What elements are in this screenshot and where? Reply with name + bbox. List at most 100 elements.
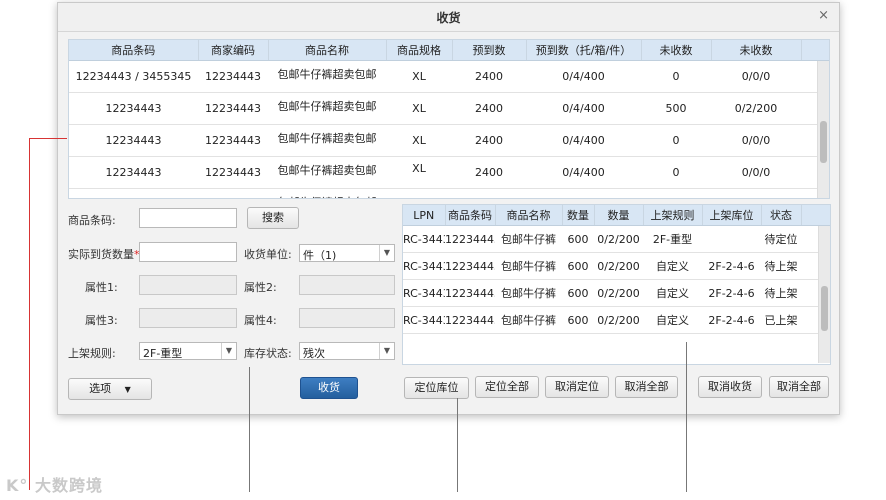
col-header[interactable]: 上架库位 [702, 205, 762, 226]
close-icon[interactable]: × [818, 8, 829, 23]
cell-spec: XL [386, 124, 452, 157]
col-header[interactable]: 未收数 [641, 40, 712, 61]
goods-table-scrollbar[interactable] [817, 61, 829, 198]
col-header[interactable]: 商品条码 [69, 40, 199, 61]
cell-barcode: 12234443 [69, 92, 198, 125]
cell-barcode: 12234443 [445, 252, 495, 280]
cell-product-name: 包邮牛仔裤超卖包邮 [268, 92, 386, 125]
scrollbar-thumb[interactable] [820, 121, 827, 163]
cell-unreceived: 500 [641, 92, 711, 125]
table-row[interactable]: RC-3443 12234443 包邮牛仔裤 600 0/2/200 2F-重型… [403, 225, 830, 253]
col-header[interactable]: 状态 [761, 205, 802, 226]
options-button-label: 选项 [89, 382, 112, 395]
lpn-table-scrollbar[interactable] [818, 226, 830, 363]
watermark-logo-icon: K° [6, 476, 29, 495]
table-row[interactable]: RC-3443 12234443 包邮牛仔裤 600 0/2/200 自定义 2… [403, 279, 830, 307]
attr1-input[interactable] [139, 275, 237, 295]
table-row[interactable]: 12234443 12234443 包邮牛仔裤超卖包邮 XL 2400 0/4/… [69, 92, 829, 125]
unit-select[interactable]: 件（1) ▼ [299, 244, 395, 262]
cell-spec: XL [386, 188, 452, 198]
col-header[interactable]: 商品条码 [445, 205, 496, 226]
table-row[interactable]: 12234443 12234443 包邮牛仔裤超卖包邮 XL 2400 0/4/… [69, 188, 829, 198]
table-row[interactable]: RC-3443 12234443 包邮牛仔裤 600 0/2/200 自定义 2… [403, 306, 830, 334]
shelf-rule-label: 上架规则: [68, 347, 116, 360]
col-header[interactable]: 数量 [562, 205, 595, 226]
actual-qty-input[interactable] [139, 242, 237, 262]
col-header[interactable]: 数量 [594, 205, 644, 226]
table-row[interactable]: RC-3443 12234443 包邮牛仔裤 600 0/2/200 自定义 2… [403, 252, 830, 280]
cell-unreceived-pack: 0/0/0 [711, 60, 801, 93]
locate-button[interactable]: 定位库位 [404, 377, 469, 399]
scrollbar-thumb[interactable] [821, 286, 828, 331]
col-header[interactable]: 未收数 [711, 40, 802, 61]
stock-status-label: 库存状态: [244, 347, 292, 360]
barcode-label: 商品条码: [68, 214, 116, 227]
cell-merchant-code: 12234443 [198, 188, 268, 198]
cell-unreceived-pack: 0/2/200 [711, 92, 801, 125]
cell-qty: 600 [562, 279, 594, 307]
cell-barcode: 12234443 [69, 156, 198, 189]
cell-shelf-rule: 自定义 [643, 252, 702, 280]
col-header[interactable]: 商品名称 [495, 205, 563, 226]
table-row[interactable]: 12234443 12234443 包邮牛仔裤超卖包邮 XL 2400 0/4/… [69, 124, 829, 157]
table-row[interactable]: 12234443 / 3455345 12234443 包邮牛仔裤超卖包邮 XL… [69, 60, 829, 93]
cancel-all-button[interactable]: 取消全部 [615, 376, 678, 398]
cell-barcode: 12234443 [445, 306, 495, 334]
search-button[interactable]: 搜索 [247, 207, 299, 229]
shelf-rule-select-value: 2F-重型 [143, 347, 183, 360]
cell-spec: XL [386, 156, 452, 189]
shelf-rule-select[interactable]: 2F-重型 ▼ [139, 342, 237, 360]
cell-shelf-location: 2F-2-4-6 [702, 279, 761, 307]
cell-qty: 600 [562, 306, 594, 334]
cell-unreceived-pack: 0/0/0 [711, 156, 801, 189]
cell-qty: 600 [562, 252, 594, 280]
cell-unreceived: 0 [641, 124, 711, 157]
lpn-table: LPN 商品条码 商品名称 数量 数量 上架规则 上架库位 状态 RC-3443… [402, 204, 831, 365]
dialog-titlebar: 收货 × [58, 3, 839, 32]
cell-status: 已上架 [761, 306, 801, 334]
attr3-input[interactable] [139, 308, 237, 328]
barcode-input[interactable] [139, 208, 237, 228]
cancel-locate-button[interactable]: 取消定位 [545, 376, 609, 398]
stock-status-select-value: 残次 [303, 347, 325, 360]
cell-shelf-location [702, 225, 761, 253]
locate-all-button[interactable]: 定位全部 [475, 376, 539, 398]
cell-qty: 600 [562, 225, 594, 253]
table-row[interactable]: 12234443 12234443 包邮牛仔裤超卖包邮 XL 2400 0/4/… [69, 156, 829, 189]
col-header[interactable]: 商家编码 [198, 40, 269, 61]
col-header[interactable]: 上架规则 [643, 205, 703, 226]
cell-spec: XL [386, 60, 452, 93]
cell-expected-pack: 0/4/400 [526, 60, 641, 93]
receive-button[interactable]: 收货 [300, 377, 358, 399]
col-header[interactable]: 商品名称 [268, 40, 387, 61]
cell-lpn: RC-3443 [403, 225, 445, 253]
col-header[interactable]: 商品规格 [386, 40, 453, 61]
cancel-receive-button[interactable]: 取消收货 [698, 376, 762, 398]
cell-product-name: 包邮牛仔裤 [495, 225, 562, 253]
attr4-input[interactable] [299, 308, 395, 328]
cell-qty-pack: 0/2/200 [594, 252, 643, 280]
col-header[interactable]: 预到数（托/箱/件） [526, 40, 642, 61]
attr1-label: 属性1: [85, 281, 118, 294]
cell-expected-pack: 0/4/400 [526, 156, 641, 189]
cell-product-name: 包邮牛仔裤超卖包邮 [268, 156, 386, 189]
chevron-down-icon[interactable]: ▼ [379, 245, 394, 261]
col-header[interactable]: 预到数 [452, 40, 527, 61]
cell-expected: 2400 [452, 188, 526, 198]
options-button[interactable]: 选项 ▼ [68, 378, 152, 400]
cell-expected: 2400 [452, 92, 526, 125]
attr2-input[interactable] [299, 275, 395, 295]
cell-merchant-code: 12234443 [198, 92, 268, 125]
receive-dialog: 收货 × 商品条码 商家编码 商品名称 商品规格 预到数 预到数（托/箱/件） … [57, 2, 840, 415]
cell-product-name: 包邮牛仔裤 [495, 306, 562, 334]
chevron-down-icon[interactable]: ▼ [379, 343, 394, 359]
lpn-table-header: LPN 商品条码 商品名称 数量 数量 上架规则 上架库位 状态 [403, 205, 830, 226]
goods-table-header: 商品条码 商家编码 商品名称 商品规格 预到数 预到数（托/箱/件） 未收数 未… [69, 40, 829, 61]
chevron-down-icon[interactable]: ▼ [221, 343, 236, 359]
cell-status: 待定位 [761, 225, 801, 253]
cancel-all-button-2[interactable]: 取消全部 [769, 376, 829, 398]
cell-expected-pack: 0/4/400 [526, 188, 641, 198]
stock-status-select[interactable]: 残次 ▼ [299, 342, 395, 360]
col-header[interactable]: LPN [403, 205, 446, 226]
cell-qty-pack: 0/2/200 [594, 306, 643, 334]
